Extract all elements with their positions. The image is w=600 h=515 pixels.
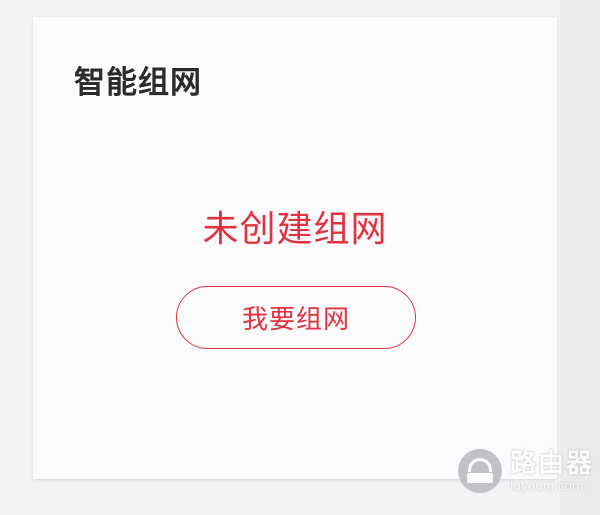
- watermark-brand: 路由器: [510, 448, 595, 479]
- background-edge-strip: [560, 0, 600, 515]
- card-title: 智能组网: [74, 65, 202, 101]
- create-network-button[interactable]: 我要组网: [176, 286, 416, 349]
- watermark-text: 路由器 luyouqi.com: [510, 451, 594, 492]
- router-logo-icon: [458, 449, 502, 493]
- network-status-text: 未创建组网: [202, 209, 388, 250]
- smart-network-card: 智能组网 未创建组网 我要组网: [33, 17, 557, 479]
- watermark: 路由器 luyouqi.com: [458, 449, 594, 493]
- watermark-url: luyouqi.com: [510, 478, 584, 493]
